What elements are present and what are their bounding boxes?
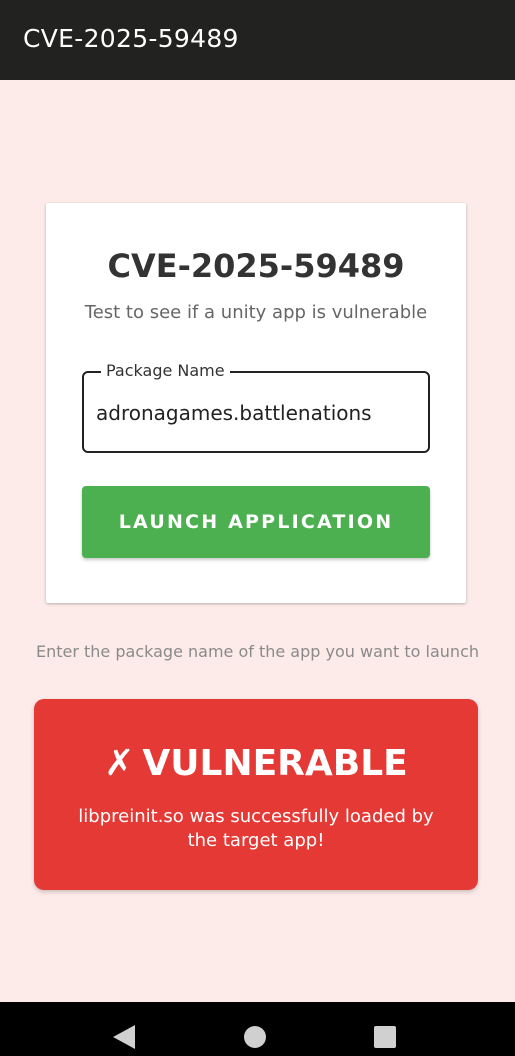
package-name-label: Package Name xyxy=(101,361,230,381)
result-message: libpreinit.so was successfully loaded by… xyxy=(78,806,434,851)
package-name-input[interactable] xyxy=(96,395,418,431)
back-triangle-icon[interactable] xyxy=(113,1025,135,1049)
hint-text: Enter the package name of the app you wa… xyxy=(35,642,479,661)
launch-application-button[interactable]: LAUNCH APPLICATION xyxy=(82,486,430,558)
home-circle-icon[interactable] xyxy=(244,1026,266,1048)
app-bar: CVE-2025-59489 xyxy=(0,0,515,80)
result-title: ✗ VULNERABLE xyxy=(34,741,478,787)
result-card: ✗ VULNERABLE libpreinit.so was successful… xyxy=(34,699,478,890)
app-bar-title: CVE-2025-59489 xyxy=(23,24,239,53)
card-subtitle: Test to see if a unity app is vulnerable xyxy=(84,302,428,323)
result-status: VULNERABLE xyxy=(142,743,408,784)
package-name-field: Package Name xyxy=(82,361,430,453)
cross-mark-icon: ✗ xyxy=(104,743,135,784)
launcher-card: CVE-2025-59489 Test to see if a unity ap… xyxy=(46,203,466,603)
system-nav-bar xyxy=(0,1002,515,1056)
recents-square-icon[interactable] xyxy=(374,1026,396,1048)
card-title: CVE-2025-59489 xyxy=(107,247,405,285)
